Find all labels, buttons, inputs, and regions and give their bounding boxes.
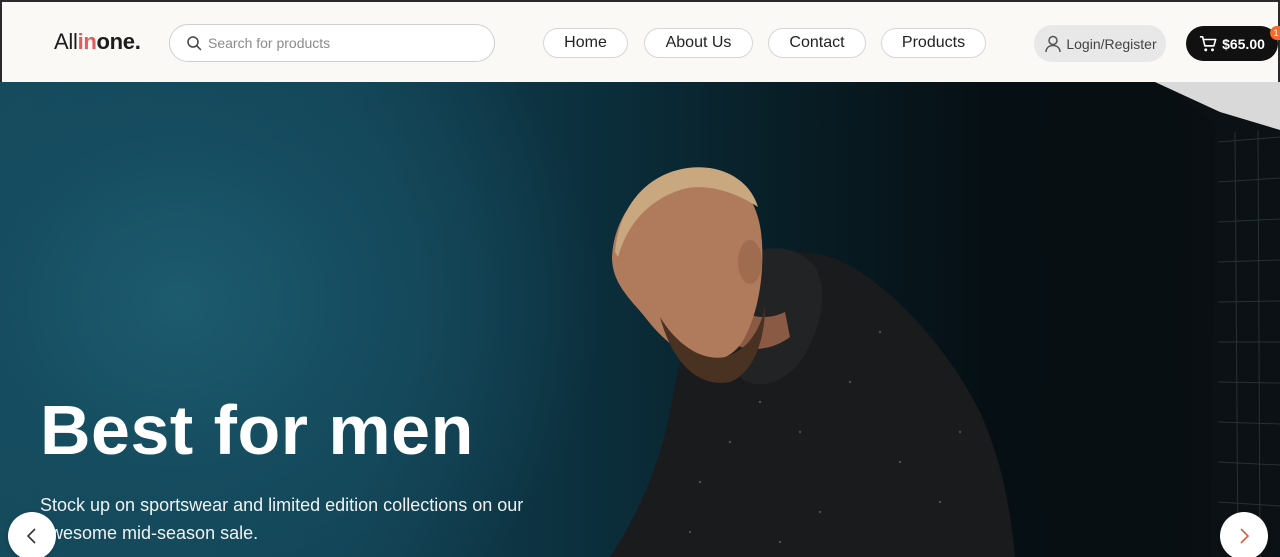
search-bar[interactable]	[169, 24, 495, 62]
hero-banner: Best for men Stock up on sportswear and …	[0, 82, 1280, 557]
nav-contact[interactable]: Contact	[768, 28, 866, 58]
carousel-prev-button[interactable]	[8, 512, 56, 557]
cart-button[interactable]: $65.00	[1186, 26, 1278, 61]
nav-products[interactable]: Products	[881, 28, 986, 58]
chevron-right-icon	[1240, 528, 1250, 544]
cart-count-badge: 1	[1270, 26, 1280, 40]
nav-about-us[interactable]: About Us	[644, 28, 753, 58]
logo-part-3: one.	[96, 29, 141, 54]
cart-total: $65.00	[1222, 35, 1265, 52]
carousel-next-button[interactable]	[1220, 512, 1268, 557]
login-register-button[interactable]: Login/Register	[1034, 25, 1166, 62]
hero-subtitle: Stock up on sportswear and limited editi…	[40, 495, 524, 543]
logo-part-2: in	[77, 29, 97, 54]
search-icon	[187, 36, 202, 51]
site-header: Allinone. Home About Us Contact Products…	[0, 0, 1280, 82]
logo-part-1: All	[54, 29, 78, 54]
login-label: Login/Register	[1066, 35, 1157, 52]
nav-home[interactable]: Home	[543, 28, 628, 58]
hero-photo	[610, 82, 1280, 557]
cart-icon	[1199, 35, 1217, 51]
search-input[interactable]	[208, 35, 478, 51]
hero-title: Best for men	[40, 391, 474, 469]
user-icon	[1045, 35, 1062, 52]
site-logo[interactable]: Allinone.	[54, 29, 141, 55]
chevron-left-icon	[26, 528, 36, 544]
